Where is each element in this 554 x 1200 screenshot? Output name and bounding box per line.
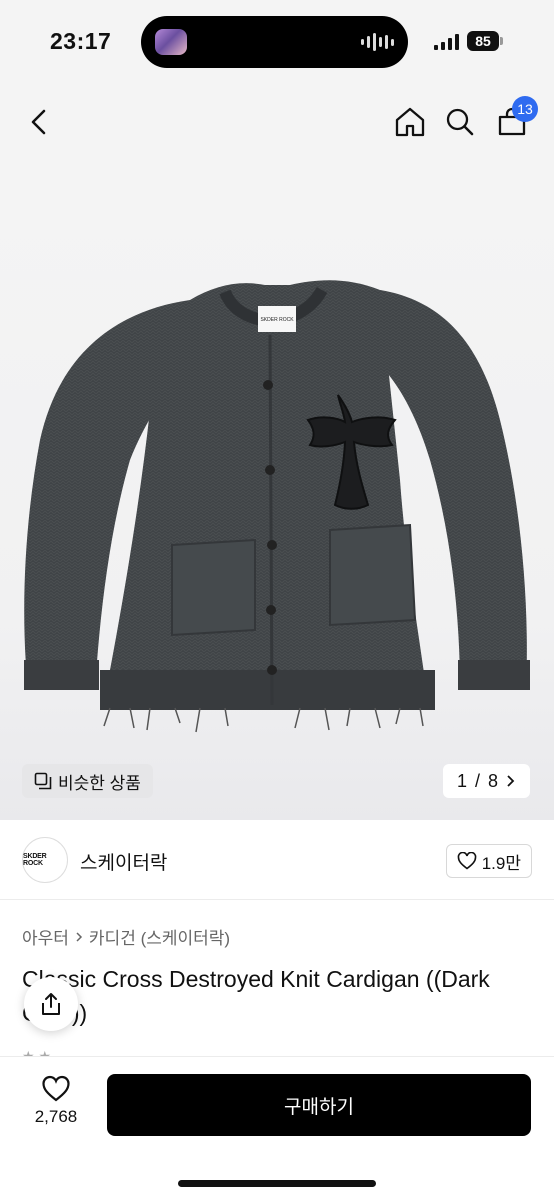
bottom-action-bar: 2,768 구매하기 bbox=[0, 1056, 554, 1200]
breadcrumb-subcategory[interactable]: 카디건 (스케이터락) bbox=[89, 924, 230, 949]
chevron-right-icon bbox=[76, 931, 82, 942]
home-icon bbox=[395, 107, 425, 137]
wishlist-button[interactable]: 2,768 bbox=[24, 1075, 88, 1127]
product-gallery[interactable]: SKDER ROCK 비슷한 상품 1 / 8 bbox=[0, 160, 554, 820]
search-icon bbox=[446, 108, 474, 136]
now-playing-thumbnail-icon bbox=[155, 29, 187, 55]
share-icon bbox=[42, 993, 60, 1015]
image-page-counter[interactable]: 1 / 8 bbox=[442, 764, 530, 798]
battery-cap bbox=[500, 37, 503, 45]
back-icon bbox=[31, 109, 46, 135]
chevron-right-icon bbox=[507, 775, 515, 787]
home-indicator[interactable] bbox=[178, 1180, 376, 1187]
brand-logo[interactable]: SKDER ROCK bbox=[22, 837, 68, 883]
garment-label-text: SKDER ROCK bbox=[260, 317, 294, 323]
battery-icon: 85 bbox=[467, 31, 499, 51]
home-button[interactable] bbox=[390, 102, 430, 142]
brand-like-count: 1.9만 bbox=[481, 853, 521, 873]
brand-row: SKDER ROCK 스케이터락 1.9만 bbox=[0, 820, 554, 900]
cart-button[interactable]: 13 bbox=[492, 96, 538, 142]
brand-name[interactable]: 스케이터락 bbox=[80, 848, 167, 875]
breadcrumb-category[interactable]: 아우터 bbox=[22, 924, 69, 949]
heart-icon bbox=[42, 1075, 70, 1102]
status-bar: 23:17 85 bbox=[0, 0, 554, 84]
similar-products-label: 비슷한 상품 bbox=[58, 773, 141, 793]
brand-like-button[interactable]: 1.9만 bbox=[445, 844, 532, 878]
breadcrumb: 아우터 카디건 (스케이터락) bbox=[22, 924, 230, 949]
wishlist-count: 2,768 bbox=[34, 1107, 78, 1126]
page-total: 8 bbox=[487, 770, 498, 791]
product-title: Classic Cross Destroyed Knit Cardigan ((… bbox=[22, 966, 490, 1026]
share-button[interactable] bbox=[24, 977, 78, 1031]
top-nav: 13 bbox=[0, 84, 554, 160]
page-separator: / bbox=[474, 770, 480, 791]
back-button[interactable] bbox=[20, 102, 60, 142]
similar-items-icon bbox=[34, 772, 52, 790]
dynamic-island[interactable] bbox=[141, 16, 408, 68]
status-time: 23:17 bbox=[50, 28, 112, 54]
similar-products-button[interactable]: 비슷한 상품 bbox=[22, 764, 153, 798]
cart-count-badge: 13 bbox=[512, 96, 538, 122]
signal-icon bbox=[434, 34, 459, 50]
product-image[interactable]: SKDER ROCK bbox=[0, 160, 554, 820]
buy-button[interactable]: 구매하기 bbox=[107, 1074, 531, 1136]
page-current: 1 bbox=[456, 770, 467, 791]
heart-icon bbox=[457, 852, 477, 870]
search-button[interactable] bbox=[440, 102, 480, 142]
audio-wave-icon bbox=[361, 33, 394, 51]
